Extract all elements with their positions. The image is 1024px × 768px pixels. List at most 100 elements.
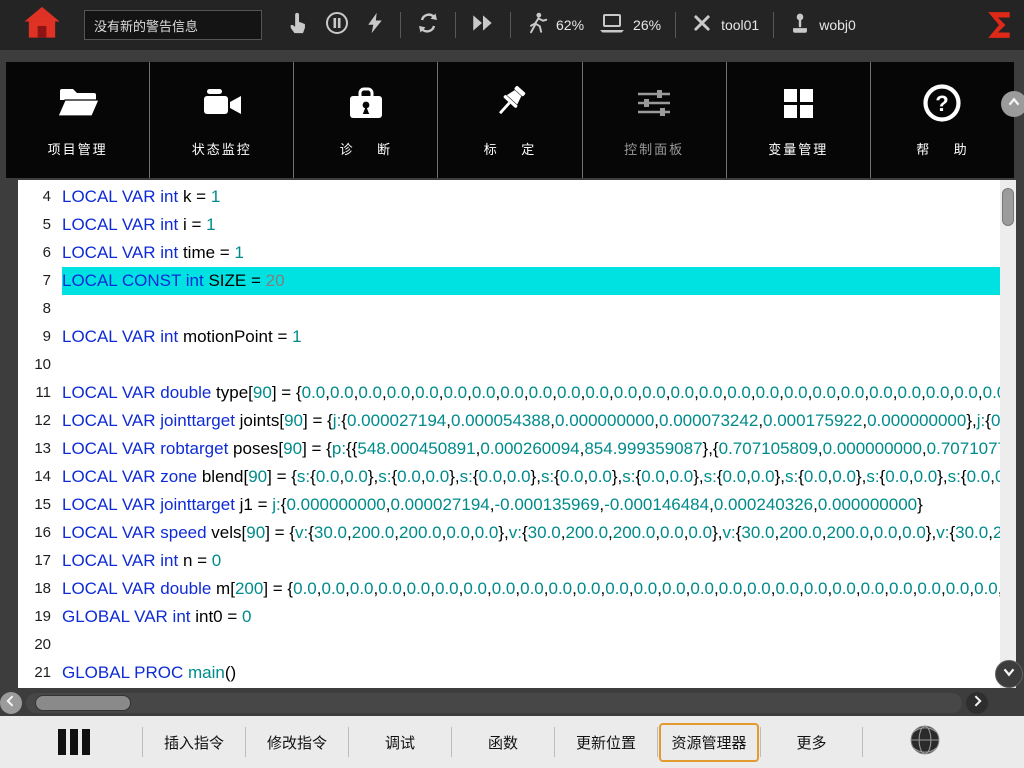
medical-bag-icon [341, 82, 391, 131]
step-mode-button[interactable] [470, 12, 496, 39]
code-line[interactable]: 20 [18, 631, 1000, 659]
loop-mode-button[interactable] [415, 10, 441, 41]
hand-teach-button[interactable] [286, 11, 310, 40]
loop-icon [415, 10, 441, 41]
code-line[interactable]: 14LOCAL VAR zone blend[90] = {s:{0.0,0.0… [18, 463, 1000, 491]
code-line[interactable]: 21GLOBAL PROC main() [18, 659, 1000, 687]
menu-item-function[interactable]: 函数 [451, 727, 554, 757]
toolbar-item-label: 状态监控 [192, 139, 252, 158]
topbar-divider [773, 12, 774, 38]
code-line[interactable]: 16LOCAL VAR speed vels[90] = {v:{30.0,20… [18, 519, 1000, 547]
sliders-icon [629, 82, 679, 131]
scroll-left-button[interactable] [0, 692, 22, 714]
code-line[interactable]: 9LOCAL VAR int motionPoint = 1 [18, 323, 1000, 351]
menu-item-debug[interactable]: 调试 [348, 727, 451, 757]
runner-icon [525, 10, 549, 41]
scroll-right-button[interactable] [966, 692, 988, 714]
code-line[interactable]: 18LOCAL VAR double m[200] = {0.0,0.0,0.0… [18, 575, 1000, 603]
program-editor[interactable]: 4LOCAL VAR int k = 15LOCAL VAR int i = 1… [18, 180, 1000, 688]
line-number: 13 [18, 435, 62, 463]
vertical-scrollbar[interactable] [1000, 180, 1016, 688]
toolbar-item-label: 变量管理 [768, 139, 828, 158]
code-text: LOCAL VAR zone blend[90] = {s:{0.0,0.0},… [62, 463, 1000, 491]
line-number: 5 [18, 211, 62, 239]
toolbar-item-help[interactable]: ? 帮 助 [870, 62, 1014, 178]
home-icon [23, 5, 61, 46]
line-number: 11 [18, 379, 62, 407]
toolbar-item-project-management[interactable]: 项目管理 [6, 62, 149, 178]
code-line[interactable]: 6LOCAL VAR int time = 1 [18, 239, 1000, 267]
toolbar-item-control-panel[interactable]: 控制面板 [582, 62, 726, 178]
horizontal-scrollbar-thumb[interactable] [35, 695, 131, 711]
folder-icon [53, 82, 103, 131]
code-text: LOCAL VAR int motionPoint = 1 [62, 323, 1000, 351]
system-load-indicator[interactable]: 26% [598, 11, 661, 40]
line-number: 7 [18, 267, 62, 295]
code-text: LOCAL CONST int SIZE = 20 [62, 267, 1000, 295]
code-line[interactable]: 5LOCAL VAR int i = 1 [18, 211, 1000, 239]
language-globe-button[interactable] [909, 724, 941, 761]
pause-button[interactable] [324, 10, 350, 41]
alarm-text: 没有新的警告信息 [94, 16, 198, 35]
code-line[interactable]: 15LOCAL VAR jointtarget j1 = j:{0.000000… [18, 491, 1000, 519]
code-text [62, 631, 1000, 659]
tools-icon [690, 11, 714, 40]
topbar-divider [675, 12, 676, 38]
line-number: 14 [18, 463, 62, 491]
hand-icon [286, 11, 310, 40]
menu-item-update-position[interactable]: 更新位置 [554, 727, 657, 757]
power-button[interactable] [364, 10, 386, 41]
line-number: 15 [18, 491, 62, 519]
code-line[interactable]: 12LOCAL VAR jointtarget joints[90] = {j:… [18, 407, 1000, 435]
code-text [62, 351, 1000, 379]
globe-icon [909, 724, 941, 761]
home-button[interactable] [20, 5, 64, 45]
line-number: 17 [18, 547, 62, 575]
code-text: LOCAL VAR speed vels[90] = {v:{30.0,200.… [62, 519, 1000, 547]
bottom-menu-bar: 插入指令 修改指令 调试 函数 更新位置 资源管理器 更多 [0, 716, 1024, 768]
menu-item-label: 资源管理器 [659, 723, 758, 762]
scroll-up-button[interactable] [1001, 91, 1024, 117]
workobject-name: wobj0 [819, 17, 856, 33]
menu-item-modify-instruction[interactable]: 修改指令 [245, 727, 348, 757]
toolbar-item-variable-management[interactable]: 变量管理 [726, 62, 870, 178]
code-text: LOCAL VAR jointtarget joints[90] = {j:{0… [62, 407, 1000, 435]
code-line[interactable]: 11LOCAL VAR double type[90] = {0.0,0.0,0… [18, 379, 1000, 407]
toolbar-item-calibration[interactable]: 标 定 [437, 62, 581, 178]
speed-ratio-control[interactable]: 62% [525, 10, 584, 41]
code-text: LOCAL VAR int n = 0 [62, 547, 1000, 575]
menu-item-more[interactable]: 更多 [760, 727, 863, 757]
menu-item-insert-instruction[interactable]: 插入指令 [142, 727, 245, 757]
code-line[interactable]: 8 [18, 295, 1000, 323]
pushpin-icon [485, 82, 535, 131]
bottom-menu: 插入指令 修改指令 调试 函数 更新位置 资源管理器 更多 [142, 727, 863, 757]
scroll-down-button[interactable] [995, 660, 1023, 688]
code-line[interactable]: 13LOCAL VAR robtarget poses[90] = {p:{{5… [18, 435, 1000, 463]
workobject-selector[interactable]: wobj0 [788, 10, 856, 41]
menu-item-label: 调试 [385, 732, 415, 753]
toolbar-item-status-monitor[interactable]: 状态监控 [149, 62, 293, 178]
tool-name: tool01 [721, 17, 759, 33]
toolbar-item-label: 诊 断 [340, 139, 392, 158]
code-line[interactable]: 7LOCAL CONST int SIZE = 20 [18, 267, 1000, 295]
code-text: GLOBAL PROC main() [62, 659, 1000, 687]
toolbar-item-diagnosis[interactable]: 诊 断 [293, 62, 437, 178]
chevron-left-icon [3, 693, 19, 714]
code-line[interactable]: 4LOCAL VAR int k = 1 [18, 183, 1000, 211]
vertical-scrollbar-thumb[interactable] [1002, 188, 1014, 226]
code-line[interactable]: 10 [18, 351, 1000, 379]
code-text [62, 295, 1000, 323]
virtual-keyboard-button[interactable] [58, 729, 90, 755]
tool-selector[interactable]: tool01 [690, 11, 759, 40]
horizontal-scrollbar[interactable] [26, 693, 962, 713]
code-line[interactable]: 17LOCAL VAR int n = 0 [18, 547, 1000, 575]
camera-icon [197, 82, 247, 131]
alarm-message-box[interactable]: 没有新的警告信息 [84, 10, 262, 40]
code-text: GLOBAL VAR int int0 = 0 [62, 603, 1000, 631]
line-number: 12 [18, 407, 62, 435]
toolbar-item-label: 控制面板 [624, 139, 684, 158]
system-load-value: 26% [633, 17, 661, 33]
menu-item-resource-manager[interactable]: 资源管理器 [657, 727, 760, 757]
code-line[interactable]: 19GLOBAL VAR int int0 = 0 [18, 603, 1000, 631]
fast-forward-icon [470, 12, 496, 39]
